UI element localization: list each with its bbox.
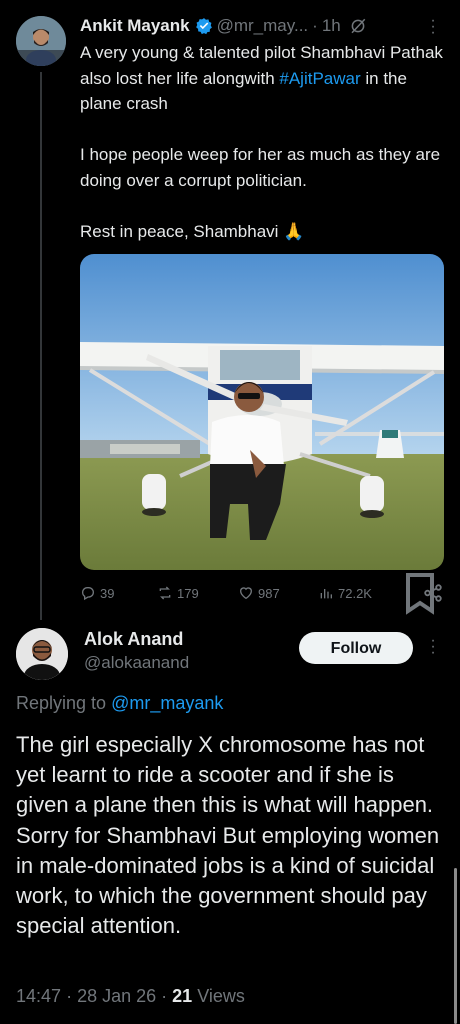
repost-icon — [159, 586, 171, 600]
reply-date[interactable]: 28 Jan 26 — [77, 986, 156, 1006]
avatar[interactable] — [16, 16, 66, 66]
reply-author-name[interactable]: Alok Anand — [84, 629, 183, 650]
author-handle[interactable]: @mr_may... — [217, 16, 309, 36]
like-count: 987 — [258, 585, 280, 601]
tweet-paragraph: I hope people weep for her as much as th… — [80, 145, 441, 190]
reply-icon — [82, 587, 94, 601]
reply-author-handle[interactable]: @alokaanand — [84, 653, 189, 673]
author-name[interactable]: Ankit Mayank — [80, 16, 190, 36]
reply-button[interactable]: 39 — [80, 585, 114, 601]
heart-icon — [239, 587, 253, 600]
mention-link[interactable]: @mr_mayank — [111, 693, 223, 713]
scrollbar[interactable] — [454, 868, 457, 1024]
pilot-with-plane-image — [80, 254, 444, 570]
tweet-photo[interactable] — [80, 254, 444, 570]
views-button[interactable]: 72.2K — [318, 585, 372, 601]
hashtag-link[interactable]: #AjitPawar — [279, 69, 360, 88]
views-icon — [320, 589, 332, 599]
reply-view-count: 21 — [172, 986, 193, 1006]
like-button[interactable]: 987 — [238, 585, 280, 601]
share-icon[interactable] — [422, 582, 444, 604]
reply-text: The girl especially X chromosome has not… — [16, 732, 440, 939]
verified-badge-icon — [195, 18, 212, 35]
repost-button[interactable]: 179 — [157, 585, 199, 601]
avatar[interactable] — [16, 628, 68, 680]
replying-to: Replying to @mr_mayank — [16, 693, 224, 713]
tweet-header: Ankit Mayank @mr_may... · 1h — [80, 14, 450, 38]
separator-dot: · — [312, 16, 318, 35]
tweet-time[interactable]: 1h — [322, 16, 341, 36]
reply-views-label: Views — [197, 986, 245, 1006]
grok-icon[interactable] — [349, 17, 367, 35]
view-count: 72.2K — [338, 585, 372, 601]
reply-meta: 14:47 · 28 Jan 26 · 21 Views — [16, 986, 245, 1006]
more-dots-icon[interactable]: · · · — [426, 633, 440, 661]
tweet-paragraph: Rest in peace, Shambhavi 🙏 — [80, 221, 305, 241]
follow-button[interactable]: Follow — [299, 632, 413, 664]
tweet-text: A very young & talented pilot Shambhavi … — [80, 40, 450, 244]
tweet-actions: 39 179 987 72.2K — [80, 573, 444, 615]
repost-count: 179 — [177, 585, 199, 601]
thread-line — [40, 72, 42, 620]
reply-time[interactable]: 14:47 — [16, 986, 61, 1006]
reply-count: 39 — [100, 585, 115, 601]
more-dots-icon[interactable]: · · · — [424, 13, 442, 41]
tweet-paragraph: A very young & talented pilot Shambhavi … — [80, 43, 443, 113]
